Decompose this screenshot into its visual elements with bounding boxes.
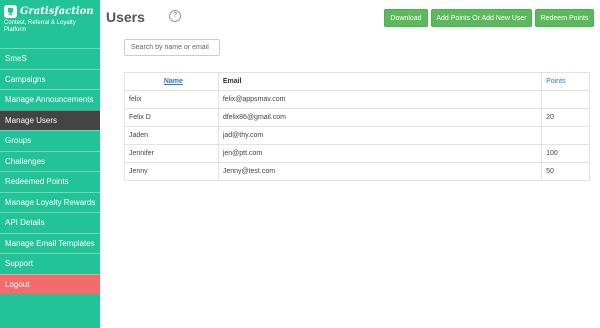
name-column-header[interactable]: Name: [124, 72, 219, 91]
page-title: Users: [106, 9, 145, 25]
sidebar-item-manage-email-templates[interactable]: Manage Email Templates: [0, 232, 100, 254]
sidebar-item-manage-loyalty-rewards[interactable]: Manage Loyalty Rewards: [0, 191, 100, 213]
user-email-cell: jad@thy.com: [217, 126, 543, 145]
users-table: Name Email Points felix felix@appsmav.co…: [124, 72, 590, 181]
help-icon[interactable]: ?: [169, 10, 181, 22]
brand-name[interactable]: Gratisfaction: [20, 6, 94, 17]
user-points-cell: [541, 90, 590, 109]
user-name-cell: Jenny: [124, 162, 219, 181]
sidebar-item-redeemed-points[interactable]: Redeemed Points: [0, 171, 100, 192]
sidebar-item-campaigns[interactable]: Campaigns: [0, 68, 100, 90]
redeem-points-button[interactable]: Redeem Points: [535, 9, 594, 27]
table-row[interactable]: Jenny Jenny@test.com 50: [124, 162, 590, 181]
user-name-cell: Felix D: [124, 108, 219, 127]
user-name-cell: felix: [124, 90, 219, 109]
brand-row: Gratisfaction: [4, 5, 96, 18]
sidebar-item-smes[interactable]: SmeS: [0, 48, 100, 69]
sidebar-item-challenges[interactable]: Challenges: [0, 150, 100, 172]
user-email-cell: Jenny@test.com: [217, 162, 543, 181]
table-header-row: Name Email Points: [124, 72, 590, 91]
sidebar-item-manage-announcements[interactable]: Manage Announcements: [0, 89, 100, 110]
trophy-icon: [4, 5, 17, 18]
user-points-cell: 20: [541, 108, 590, 127]
email-column-header: Email: [217, 72, 543, 91]
sidebar: Gratisfaction Contest, Referral & Loyalt…: [0, 0, 100, 328]
sidebar-item-support[interactable]: Support: [0, 253, 100, 274]
user-points-cell: 100: [541, 144, 590, 163]
sidebar-item-manage-users[interactable]: Manage Users: [0, 109, 100, 130]
download-button[interactable]: Download: [384, 9, 428, 27]
user-email-cell: jen@ptt.com: [217, 144, 543, 163]
table-row[interactable]: Jaden jad@thy.com: [124, 126, 590, 145]
sidebar-item-groups[interactable]: Groups: [0, 130, 100, 151]
main-content: Users ? Download Add Points Or Add New U…: [100, 0, 600, 328]
table-row[interactable]: Jennifer jen@ptt.com 100: [124, 144, 590, 163]
sidebar-item-logout[interactable]: Logout: [0, 273, 100, 294]
brand: Gratisfaction Contest, Referral & Loyalt…: [0, 0, 100, 48]
user-name-cell: Jennifer: [124, 144, 219, 163]
user-points-cell: [541, 126, 590, 145]
points-column-header: Points: [541, 72, 590, 91]
sidebar-item-api-details[interactable]: API Details: [0, 212, 100, 233]
sidebar-nav: SmeS Campaigns Manage Announcements Mana…: [0, 48, 100, 294]
brand-tagline: Contest, Referral & Loyalty Platform: [4, 20, 76, 33]
user-name-cell: Jaden: [124, 126, 219, 145]
user-points-cell: 50: [541, 162, 590, 181]
add-points-button[interactable]: Add Points Or Add New User: [431, 9, 532, 27]
user-email-cell: dfelix86@gmail.com: [217, 108, 543, 127]
table-row[interactable]: Felix D dfelix86@gmail.com 20: [124, 108, 590, 127]
table-row[interactable]: felix felix@appsmav.com: [124, 90, 590, 109]
user-email-cell: felix@appsmav.com: [217, 90, 543, 109]
search-input[interactable]: [124, 39, 220, 56]
